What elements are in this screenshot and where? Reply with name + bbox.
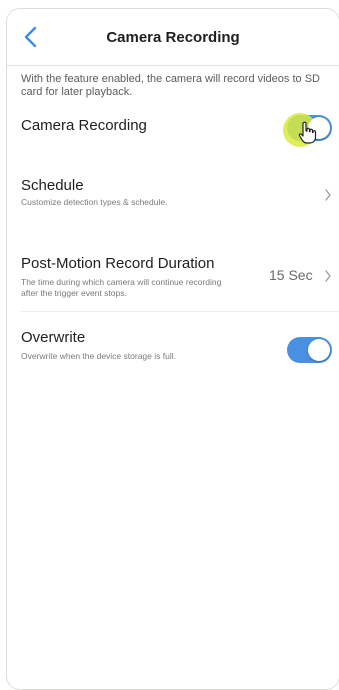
schedule-row[interactable]: Schedule Customize detection types & sch… [7,173,339,223]
post-motion-duration-row[interactable]: Post-Motion Record Duration The time dur… [7,253,339,313]
schedule-label: Schedule [21,177,84,194]
camera-recording-row: Camera Recording [7,113,339,153]
overwrite-label: Overwrite [21,329,86,346]
overwrite-toggle[interactable] [287,337,332,363]
chevron-right-icon [325,270,331,282]
feature-description: With the feature enabled, the camera wil… [21,73,320,98]
post-motion-duration-description: The time during which camera will contin… [21,277,222,298]
page-title: Camera Recording [106,29,240,46]
overwrite-description: Overwrite when the device storage is ful… [21,351,176,361]
chevron-right-icon [325,189,331,201]
screen: Camera Recording With the feature enable… [6,8,339,690]
post-motion-duration-label: Post-Motion Record Duration [21,255,215,272]
nav-bar: Camera Recording [7,9,339,66]
overwrite-row: Overwrite Overwrite when the device stor… [7,327,339,371]
toggle-knob [308,339,330,361]
camera-recording-label: Camera Recording [21,117,147,134]
post-motion-duration-value: 15 Sec [269,267,313,283]
hand-pointer-icon [298,121,317,144]
row-divider [21,311,339,312]
camera-recording-toggle[interactable] [283,113,332,147]
schedule-description: Customize detection types & schedule. [21,197,168,207]
